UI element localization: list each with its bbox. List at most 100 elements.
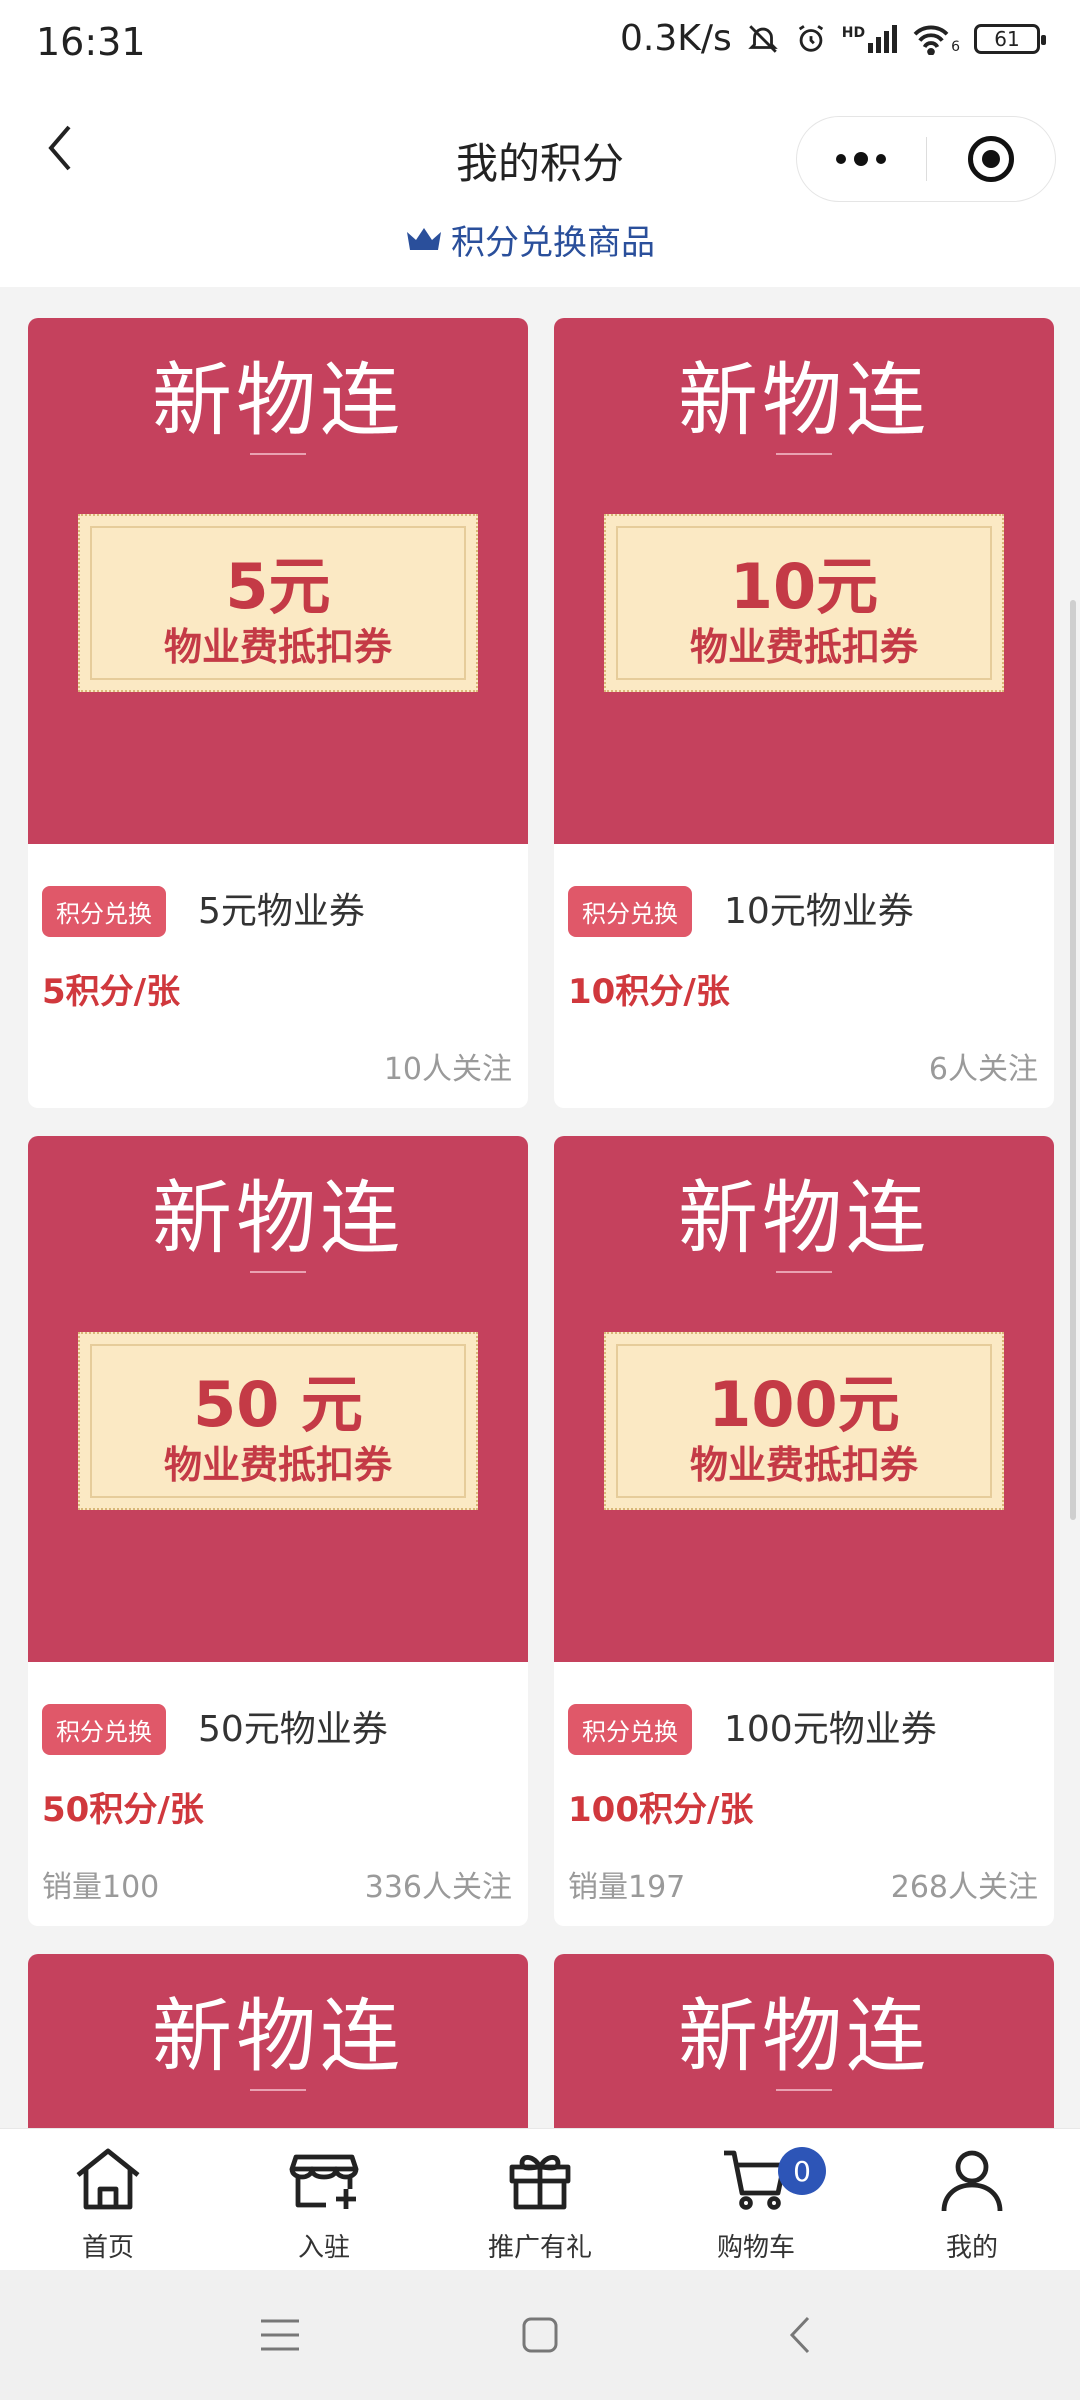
brand-title: 新物连 <box>152 1990 404 2083</box>
voucher-value: 100元 <box>708 1368 900 1441</box>
tab-label: 推广有礼 <box>487 2233 592 2263</box>
battery-icon: 61 <box>974 23 1046 54</box>
product-card[interactable]: 新物连 <box>28 1954 528 2128</box>
brand-title: 新物连 <box>152 354 404 447</box>
cart-count-badge: 0 <box>778 2147 826 2195</box>
section-title-wrap: 积分兑换商品 <box>405 215 655 264</box>
signal-icon: HD <box>841 24 898 53</box>
status-indicators: 0.3K/s HD 6 61 <box>619 18 1046 59</box>
tab-home[interactable]: 首页 <box>0 2129 216 2270</box>
brand-divider <box>250 453 306 455</box>
voucher-value: 5元 <box>225 550 331 623</box>
voucher-ticket: 5元 物业费抵扣券 <box>78 514 478 692</box>
exchange-badge: 积分兑换 <box>42 886 166 937</box>
product-card[interactable]: 新物连 100元 物业费抵扣券 积分兑换 100元物业券 100积分/张 销量1… <box>554 1136 1054 1926</box>
tab-cart[interactable]: 0 购物车 <box>648 2129 864 2270</box>
voucher-value: 50 元 <box>193 1368 363 1441</box>
bottom-tab-bar: 首页 入驻 推广有礼 0 购物车 我的 <box>0 2128 1080 2270</box>
product-name: 50元物业券 <box>198 1709 388 1750</box>
voucher-value: 10元 <box>729 550 879 623</box>
tab-label: 购物车 <box>716 2233 795 2263</box>
mute-bell-icon <box>747 24 778 53</box>
brand-title: 新物连 <box>678 1172 930 1265</box>
close-miniprogram-button[interactable] <box>927 117 1056 201</box>
gift-icon <box>502 2141 578 2217</box>
voucher-desc: 物业费抵扣券 <box>163 1443 392 1487</box>
tab-label: 首页 <box>81 2233 134 2263</box>
store-add-icon <box>286 2141 362 2217</box>
home-button[interactable] <box>510 2305 570 2365</box>
status-time: 16:31 <box>36 20 146 64</box>
product-card[interactable]: 新物连 5元 物业费抵扣券 积分兑换 5元物业券 5积分/张 10人关注 <box>28 318 528 1108</box>
product-name: 5元物业券 <box>198 891 365 932</box>
net-speed: 0.3K/s <box>619 18 732 59</box>
product-image[interactable]: 新物连 100元 物业费抵扣券 <box>554 1136 1054 1662</box>
section-title: 积分兑换商品 <box>451 223 655 263</box>
scrollbar[interactable] <box>1070 600 1076 1520</box>
brand-divider <box>250 2089 306 2091</box>
signal-hd-label: HD <box>841 24 866 41</box>
product-follows: 268人关注 <box>890 1870 1038 1905</box>
user-icon <box>934 2141 1010 2217</box>
product-image[interactable]: 新物连 5元 物业费抵扣券 <box>28 318 528 844</box>
product-price: 5积分/张 <box>42 972 181 1012</box>
product-sales: 销量100 <box>42 1870 160 1905</box>
exchange-badge: 积分兑换 <box>568 886 692 937</box>
home-icon <box>70 2141 146 2217</box>
brand-title: 新物连 <box>152 1172 404 1265</box>
miniprogram-capsule <box>796 116 1056 202</box>
product-sales: 销量197 <box>568 1870 686 1905</box>
product-follows: 336人关注 <box>364 1870 512 1905</box>
brand-divider <box>776 453 832 455</box>
product-image[interactable]: 新物连 10元 物业费抵扣券 <box>554 318 1054 844</box>
square-icon <box>522 2317 558 2353</box>
product-image[interactable]: 新物连 <box>28 1954 528 2128</box>
wifi-icon: 6 <box>911 23 960 55</box>
voucher-ticket: 10元 物业费抵扣券 <box>604 514 1004 692</box>
product-card[interactable]: 新物连 50 元 物业费抵扣券 积分兑换 50元物业券 50积分/张 销量100… <box>28 1136 528 1926</box>
product-name: 100元物业券 <box>724 1709 937 1750</box>
product-info: 积分兑换 10元物业券 10积分/张 6人关注 <box>554 844 1054 1108</box>
product-follows: 10人关注 <box>383 1052 512 1087</box>
product-card[interactable]: 新物连 <box>554 1954 1054 2128</box>
voucher-desc: 物业费抵扣券 <box>163 625 392 669</box>
product-image[interactable]: 新物连 50 元 物业费抵扣券 <box>28 1136 528 1662</box>
product-image[interactable]: 新物连 <box>554 1954 1054 2128</box>
recent-apps-button[interactable] <box>250 2305 310 2365</box>
brand-title: 新物连 <box>678 1990 930 2083</box>
status-bar: 16:31 0.3K/s HD 6 61 <box>0 0 1080 90</box>
product-info: 积分兑换 100元物业券 100积分/张 销量197 268人关注 <box>554 1662 1054 1926</box>
tab-join[interactable]: 入驻 <box>216 2129 432 2270</box>
tab-mine[interactable]: 我的 <box>864 2129 1080 2270</box>
battery-level: 61 <box>994 26 1020 51</box>
more-button[interactable] <box>797 117 926 201</box>
product-info: 积分兑换 50元物业券 50积分/张 销量100 336人关注 <box>28 1662 528 1926</box>
product-price: 100积分/张 <box>568 1790 754 1830</box>
brand-divider <box>776 1271 832 1273</box>
tab-label: 我的 <box>945 2233 998 2263</box>
system-nav-bar <box>0 2270 1080 2400</box>
voucher-desc: 物业费抵扣券 <box>689 625 918 669</box>
voucher-ticket: 50 元 物业费抵扣券 <box>78 1332 478 1510</box>
tab-promotion[interactable]: 推广有礼 <box>432 2129 648 2270</box>
voucher-ticket: 100元 物业费抵扣券 <box>604 1332 1004 1510</box>
tab-label: 入驻 <box>297 2233 350 2263</box>
section-header: 积分兑换商品 <box>0 205 1080 287</box>
target-icon <box>967 136 1014 182</box>
wifi-sub-label: 6 <box>951 38 960 55</box>
product-price: 50积分/张 <box>42 1790 204 1830</box>
chevron-left-icon <box>789 2316 810 2354</box>
product-follows: 6人关注 <box>928 1052 1038 1087</box>
crown-icon <box>407 227 441 250</box>
system-back-button[interactable] <box>770 2305 830 2365</box>
product-price: 10积分/张 <box>568 972 730 1012</box>
brand-divider <box>776 2089 832 2091</box>
product-name: 10元物业券 <box>724 891 914 932</box>
more-dots-icon <box>836 152 887 166</box>
brand-divider <box>250 1271 306 1273</box>
product-card[interactable]: 新物连 10元 物业费抵扣券 积分兑换 10元物业券 10积分/张 6人关注 <box>554 318 1054 1108</box>
exchange-badge: 积分兑换 <box>42 1704 166 1755</box>
menu-icon <box>261 2319 299 2351</box>
alarm-icon <box>798 24 823 52</box>
brand-title: 新物连 <box>678 354 930 447</box>
